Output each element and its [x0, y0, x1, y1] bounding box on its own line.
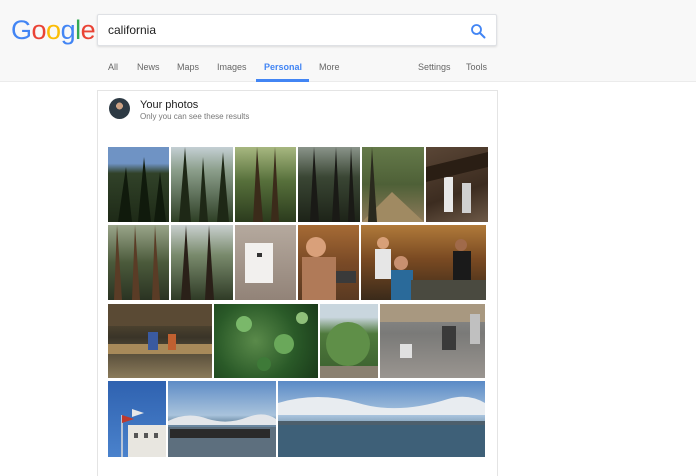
avatar — [109, 98, 130, 119]
tab-maps[interactable]: Maps — [177, 62, 199, 72]
tab-news[interactable]: News — [137, 62, 160, 72]
logo-letter: o — [31, 15, 47, 45]
logo-letter: e — [80, 15, 96, 45]
tools-link[interactable]: Tools — [466, 62, 487, 72]
photo-content — [245, 243, 273, 283]
photo-thumbnail[interactable] — [108, 381, 166, 457]
card-subtitle: Only you can see these results — [140, 112, 250, 121]
photo-thumbnail[interactable] — [108, 225, 169, 300]
card-title: Your photos — [140, 99, 199, 111]
photo-content — [168, 414, 276, 457]
google-logo[interactable]: Google — [11, 15, 96, 45]
search-box[interactable]: california — [97, 14, 497, 46]
photo-thumbnail[interactable] — [214, 304, 318, 378]
photo-thumbnail[interactable] — [108, 147, 169, 222]
active-tab-indicator — [256, 79, 309, 82]
tab-images[interactable]: Images — [217, 62, 247, 72]
logo-letter: g — [60, 15, 76, 45]
photo-thumbnail[interactable] — [298, 147, 360, 222]
photo-thumbnail[interactable] — [235, 225, 296, 300]
search-input[interactable]: california — [108, 23, 156, 37]
photo-thumbnail[interactable] — [108, 304, 212, 378]
photo-thumbnail[interactable] — [380, 304, 485, 378]
photo-content — [253, 147, 279, 222]
photo-thumbnail[interactable] — [278, 381, 485, 457]
photo-content — [426, 152, 488, 213]
photo-content — [108, 304, 212, 354]
photo-thumbnail[interactable] — [235, 147, 296, 222]
tab-personal[interactable]: Personal — [264, 62, 302, 72]
photo-content — [236, 312, 308, 371]
photo-content — [302, 237, 356, 300]
photo-thumbnail[interactable] — [168, 381, 276, 457]
photo-thumbnail[interactable] — [320, 304, 378, 378]
photo-content — [121, 409, 166, 457]
tab-more[interactable]: More — [319, 62, 340, 72]
photo-thumbnail[interactable] — [426, 147, 488, 222]
photo-content — [320, 322, 378, 378]
photo-thumbnail[interactable] — [171, 147, 233, 222]
photo-content — [362, 147, 424, 222]
photo-content — [179, 147, 229, 222]
logo-letter: G — [11, 15, 32, 45]
photo-content — [278, 396, 485, 457]
photo-content — [118, 157, 166, 222]
photo-content — [375, 237, 486, 300]
tab-all[interactable]: All — [108, 62, 118, 72]
photo-content — [181, 225, 214, 300]
photo-thumbnail[interactable] — [361, 225, 486, 300]
search-icon[interactable] — [470, 23, 486, 39]
photo-thumbnail[interactable] — [171, 225, 233, 300]
logo-letter: o — [46, 15, 61, 45]
photo-content — [380, 304, 485, 358]
photo-thumbnail[interactable] — [362, 147, 424, 222]
settings-link[interactable]: Settings — [418, 62, 451, 72]
photo-content — [310, 147, 355, 222]
photo-content — [114, 225, 160, 300]
search-tabs: All News Maps Images Personal More Setti… — [0, 55, 696, 82]
photo-thumbnail[interactable] — [298, 225, 359, 300]
